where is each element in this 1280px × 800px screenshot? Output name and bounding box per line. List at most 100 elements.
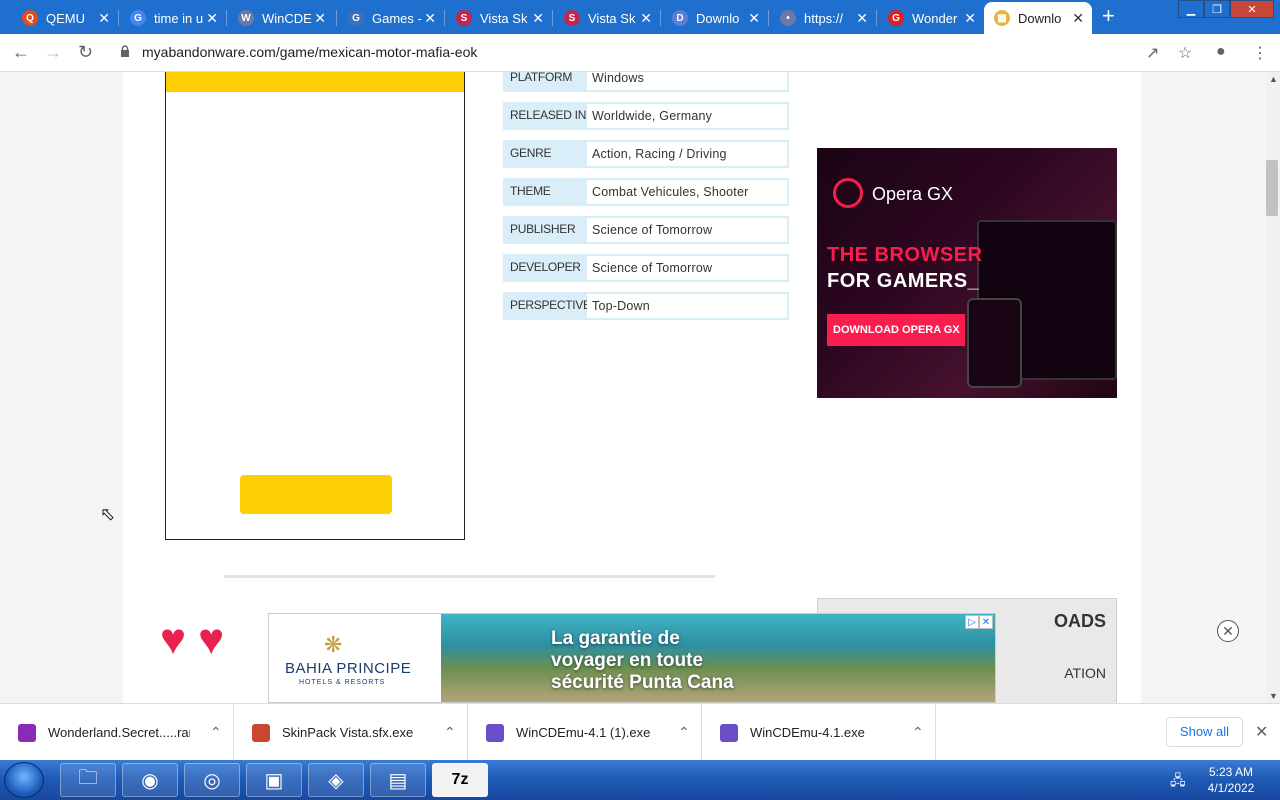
file-icon xyxy=(252,723,270,742)
tab-separator xyxy=(444,10,445,26)
tab-favicon-icon: G xyxy=(130,10,146,26)
back-arrow-icon[interactable]: ← xyxy=(12,42,30,62)
download-filename: WinCDEmu-4.1.exe xyxy=(750,725,865,740)
info-value[interactable]: Science of Tomorrow xyxy=(587,218,787,242)
scroll-up-icon[interactable]: ▲ xyxy=(1269,74,1278,84)
reload-icon[interactable]: ↻ xyxy=(78,42,93,62)
tab-close-icon[interactable]: ✕ xyxy=(206,10,218,26)
ad-choices[interactable]: ▷ ✕ xyxy=(965,615,993,629)
taskbar-explorer-icon[interactable]: 🗀 xyxy=(60,763,116,797)
start-button[interactable] xyxy=(4,762,44,798)
ad-brand: Opera GX xyxy=(872,184,954,204)
info-value[interactable]: Windows xyxy=(587,72,787,90)
lock-icon[interactable] xyxy=(120,45,130,57)
menu-kebab-icon[interactable]: ⋮ xyxy=(1252,43,1268,63)
tab-close-icon[interactable]: ✕ xyxy=(314,10,326,26)
tab-title: Games - xyxy=(372,10,422,26)
tab-close-icon[interactable]: ✕ xyxy=(424,10,436,26)
show-all-button[interactable]: Show all xyxy=(1166,717,1243,747)
download-button[interactable] xyxy=(240,475,392,514)
tab-title: time in u xyxy=(154,10,204,26)
new-tab-button[interactable]: + xyxy=(1102,5,1115,27)
taskbar-firefox-icon[interactable]: ◉ xyxy=(122,763,178,797)
page-scrollbar[interactable]: ▲ ▼ xyxy=(1266,72,1280,703)
info-row: GENRE Action, Racing / Driving xyxy=(503,140,789,168)
tab-5[interactable]: S Vista Sk ✕ xyxy=(446,2,552,34)
close-window-button[interactable]: ✕ xyxy=(1230,0,1274,18)
scroll-thumb[interactable] xyxy=(1266,160,1278,216)
forward-arrow-icon[interactable]: → xyxy=(44,42,62,62)
close-download-shelf-icon[interactable]: ✕ xyxy=(1255,722,1268,742)
info-value[interactable]: Science of Tomorrow xyxy=(587,256,787,280)
tab-separator xyxy=(226,10,227,26)
bahia-logo-icon: ❋ xyxy=(324,632,343,657)
tab-2[interactable]: Gtime in u ✕ xyxy=(120,2,226,34)
tab-title: Downlo xyxy=(696,10,740,26)
tab-9[interactable]: G Wonder ✕ xyxy=(878,2,984,34)
tab-favicon-icon: D xyxy=(672,10,688,26)
taskbar-app-6-icon[interactable]: ▤ xyxy=(370,763,426,797)
address-bar[interactable]: myabandonware.com/game/mexican-motor-maf… xyxy=(142,44,477,60)
system-clock[interactable]: 5:23 AM 4/1/2022 xyxy=(1196,764,1266,796)
ad-headline-2: FOR GAMERS_ xyxy=(827,270,980,292)
opera-gx-ad[interactable]: Opera GX THE BROWSER FOR GAMERS_ DOWNLOA… xyxy=(817,148,1117,398)
tab-close-icon[interactable]: ✕ xyxy=(856,10,868,26)
bookmark-star-icon[interactable]: ☆ xyxy=(1178,43,1192,63)
top-downloads-subtitle[interactable]: ATION xyxy=(1064,665,1106,681)
info-key: RELEASED IN xyxy=(510,108,587,122)
taskbar-chrome-icon[interactable]: ◎ xyxy=(184,763,240,797)
tab-close-icon[interactable]: ✕ xyxy=(98,10,110,26)
download-shelf: Wonderland.Secret.....rar ⌃ SkinPack Vista… xyxy=(0,703,1280,761)
adchoices-icon[interactable]: ▷ xyxy=(965,615,979,629)
tab-title: Downlo xyxy=(1018,10,1062,26)
download-filename: WinCDEmu-4.1 (1).exe xyxy=(516,725,651,740)
ad-close-icon[interactable]: ✕ xyxy=(979,615,993,629)
tab-title: QEMU xyxy=(46,10,85,26)
tab-favicon-icon: Q xyxy=(22,10,38,26)
profile-icon[interactable]: ● xyxy=(1216,43,1226,61)
chevron-up-icon[interactable]: ⌃ xyxy=(444,724,456,741)
section-divider xyxy=(224,575,715,578)
download-filename: Wonderland.Secret.....rar xyxy=(48,725,190,740)
download-item[interactable]: SkinPack Vista.sfx.exe ⌃ xyxy=(234,704,468,761)
taskbar-app-4-icon[interactable]: ▣ xyxy=(246,763,302,797)
share-icon[interactable]: ↗ xyxy=(1146,43,1159,63)
tab-close-icon[interactable]: ✕ xyxy=(964,10,976,26)
bahia-principe-ad[interactable]: ❋ BAHIA PRINCIPE HOTELS & RESORTS La gar… xyxy=(268,613,996,703)
tab-close-icon[interactable]: ✕ xyxy=(748,10,760,26)
minimize-button[interactable]: ▁ xyxy=(1178,0,1204,18)
tab-6[interactable]: S Vista Sk ✕ xyxy=(554,2,660,34)
tab-close-icon[interactable]: ✕ xyxy=(1072,10,1084,26)
game-cover-box xyxy=(165,72,465,540)
chevron-up-icon[interactable]: ⌃ xyxy=(678,724,690,741)
info-value[interactable]: Worldwide, Germany xyxy=(587,104,787,128)
tab-1[interactable]: Q QEMU ✕ xyxy=(12,2,118,34)
close-ad-icon[interactable]: ✕ xyxy=(1217,620,1239,642)
download-item[interactable]: WinCDEmu-4.1.exe ⌃ xyxy=(702,704,936,761)
chevron-up-icon[interactable]: ⌃ xyxy=(912,724,924,741)
tab-4[interactable]: G Games - ✕ xyxy=(338,2,444,34)
info-value[interactable]: Action, Racing / Driving xyxy=(587,142,787,166)
info-row: DEVELOPER Science of Tomorrow xyxy=(503,254,789,282)
download-item[interactable]: WinCDEmu-4.1 (1).exe ⌃ xyxy=(468,704,702,761)
tab-3[interactable]: W WinCDEmu✕ xyxy=(228,2,334,34)
chevron-up-icon[interactable]: ⌃ xyxy=(210,724,222,741)
info-key: THEME xyxy=(510,184,551,198)
tab-close-icon[interactable]: ✕ xyxy=(640,10,652,26)
scroll-down-icon[interactable]: ▼ xyxy=(1269,691,1278,701)
clock-time: 5:23 AM xyxy=(1208,765,1254,779)
tab-close-icon[interactable]: ✕ xyxy=(532,10,544,26)
ad-cta-button[interactable]: DOWNLOAD OPERA GX xyxy=(827,314,965,346)
download-item[interactable]: Wonderland.Secret.....rar ⌃ xyxy=(0,704,234,761)
taskbar-7zip-icon[interactable]: 7z xyxy=(432,763,488,797)
network-tray-icon[interactable]: 🖧 xyxy=(1170,770,1186,794)
taskbar-app-5-icon[interactable]: ◈ xyxy=(308,763,364,797)
restore-button[interactable]: ❐ xyxy=(1204,0,1230,18)
tab-10[interactable]: ▦ Downlo ✕ xyxy=(984,2,1092,34)
tab-7[interactable]: D Downlo ✕ xyxy=(662,2,768,34)
tab-8[interactable]: • https:// ✕ xyxy=(770,2,876,34)
info-value[interactable]: Top-Down xyxy=(587,294,787,318)
tab-favicon-icon: S xyxy=(564,10,580,26)
tab-favicon-icon: W xyxy=(238,10,254,26)
info-value[interactable]: Combat Vehicules, Shooter xyxy=(587,180,787,204)
